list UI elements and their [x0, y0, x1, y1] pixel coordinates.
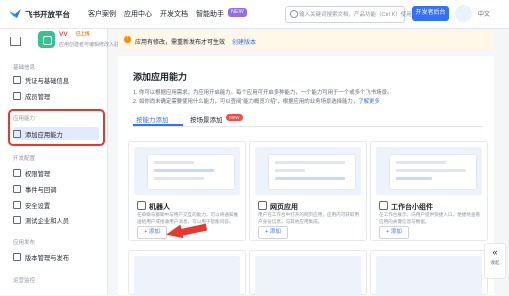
sidebar-item-version-release[interactable]: 版本管理与发布	[13, 253, 69, 262]
sidebar-item-test-enterprise[interactable]: 测试企业和人员	[13, 216, 69, 225]
add-web-app-button[interactable]: + 添加	[258, 226, 288, 239]
sidebar-section-capability: 应用能力	[13, 116, 36, 122]
collapse-label: 收起	[490, 260, 500, 265]
sidebar-item-security[interactable]: 安全设置	[13, 201, 50, 210]
home-icon[interactable]	[10, 37, 21, 46]
app-subtitle: 应用创建者可编辑修改入驻	[59, 42, 120, 48]
brand-title[interactable]: 飞书开放平台	[25, 9, 70, 20]
robot-icon	[137, 201, 146, 210]
description-line-1: 1. 你可以根据应用需求，为应用开启能力。每个应用可开启多种能力，一个能力可用于…	[133, 90, 393, 96]
nav-app-center[interactable]: 应用中心	[124, 9, 152, 19]
description-line-2: 2. 如你尚未确定需要使用什么能力，可以查阅“能力概览介绍”，根据应用的业务场景…	[133, 99, 380, 105]
web-app-icon	[258, 201, 267, 210]
sidebar-item-members[interactable]: 成员管理	[13, 92, 50, 101]
card-description: 在工作台展示，向用户提供快捷入口，便捷地查看应用的关键信息与数据。	[379, 212, 481, 224]
language-switch[interactable]: 中文	[478, 9, 490, 18]
sidebar-section-release: 应用发布	[13, 240, 36, 246]
double-chevron-left-icon: «	[492, 247, 498, 257]
search-icon	[290, 10, 298, 18]
key-icon	[13, 76, 21, 84]
sidebar-item-permissions[interactable]: 权限管理	[13, 169, 50, 178]
nav-customer-cases[interactable]: 客户案例	[88, 9, 116, 19]
search-placeholder: 输入关键词搜索文档，产品功能（Ctrl K）使用搜索	[299, 12, 423, 18]
event-icon	[13, 185, 21, 193]
permission-icon	[13, 169, 21, 177]
tab-by-capability[interactable]: 按能力添加	[136, 114, 169, 124]
feishu-logo-icon[interactable]	[8, 8, 22, 20]
version-icon	[13, 253, 21, 261]
capability-card	[370, 250, 488, 296]
developer-console-button[interactable]: 开发者后台	[412, 6, 449, 21]
page-title: 添加应用能力	[133, 72, 188, 82]
tab-by-scenario[interactable]: 按场景添加	[190, 114, 223, 124]
card-preview	[376, 147, 482, 195]
sidebar-section-dev: 开发配置	[13, 156, 36, 162]
new-badge: NEW	[228, 8, 247, 17]
capability-card-web-app: 网页应用 用户在工作台中打开的网页应用，应用内可获取用户身份信息，与其他应用集成…	[249, 141, 367, 241]
learn-more-link[interactable]: 了解更多	[358, 99, 380, 105]
sidebar-item-events[interactable]: 事件与回调	[13, 185, 56, 194]
card-preview	[255, 147, 361, 195]
sidebar-item-add-capability[interactable]: 添加应用能力	[13, 130, 63, 139]
card-title: 工作台小组件	[391, 204, 433, 211]
tab-divider	[133, 126, 483, 127]
sidebar-section-ops: 运营监控	[13, 278, 36, 284]
card-preview	[134, 147, 240, 195]
card-preview	[134, 256, 240, 296]
sidebar-item-credentials[interactable]: 凭证与基础信息	[13, 76, 69, 85]
nav-dev-docs[interactable]: 开发文档	[160, 9, 188, 19]
card-description: 用户在工作台中打开的网页应用，应用内可获取用户身份信息，与其他应用集成。	[258, 212, 360, 224]
app-name: VV	[59, 31, 68, 38]
card-preview	[255, 256, 361, 296]
capability-card-bot: 机器人 在单聊与群聊中与用户交互的能力，可以将通知推送给用户或接收用户消息，可以…	[128, 141, 246, 241]
card-description: 在单聊与群聊中与用户交互的能力，可以将通知推送给用户或接收用户消息，可以用于智能…	[137, 212, 239, 224]
capability-card-widget: 工作台小组件 在工作台展示，向用户提供快捷入口，便捷地查看应用的关键信息与数据。…	[370, 141, 488, 241]
card-preview	[376, 256, 482, 296]
members-icon	[13, 92, 21, 100]
collapse-panel-button[interactable]: « 收起	[484, 243, 506, 279]
new-badge: NEW	[226, 114, 243, 121]
capability-card	[249, 250, 367, 296]
active-tab-indicator	[133, 124, 183, 126]
card-title: 机器人	[149, 204, 170, 211]
notice-text: 应用有修改，需重新发布才可生效	[135, 40, 226, 46]
app-status-badge: 已上线	[74, 31, 92, 37]
create-version-link[interactable]: 创建版本	[232, 37, 256, 46]
add-widget-button[interactable]: + 添加	[379, 226, 409, 239]
card-title: 网页应用	[270, 204, 298, 211]
app-icon	[38, 31, 55, 48]
search-input[interactable]: 输入关键词搜索文档，产品功能（Ctrl K）使用搜索	[285, 6, 423, 23]
add-bot-button[interactable]: + 添加	[137, 226, 167, 239]
warning-icon: !	[124, 36, 131, 43]
grid-icon	[13, 130, 21, 138]
test-icon	[13, 216, 21, 224]
shield-icon	[13, 201, 21, 209]
capability-card	[128, 250, 246, 296]
avatar[interactable]	[455, 5, 472, 22]
sidebar-section-basic: 基础信息	[13, 65, 36, 71]
widget-icon	[379, 201, 388, 210]
nav-smart-assistant[interactable]: 智能助手	[196, 9, 224, 19]
